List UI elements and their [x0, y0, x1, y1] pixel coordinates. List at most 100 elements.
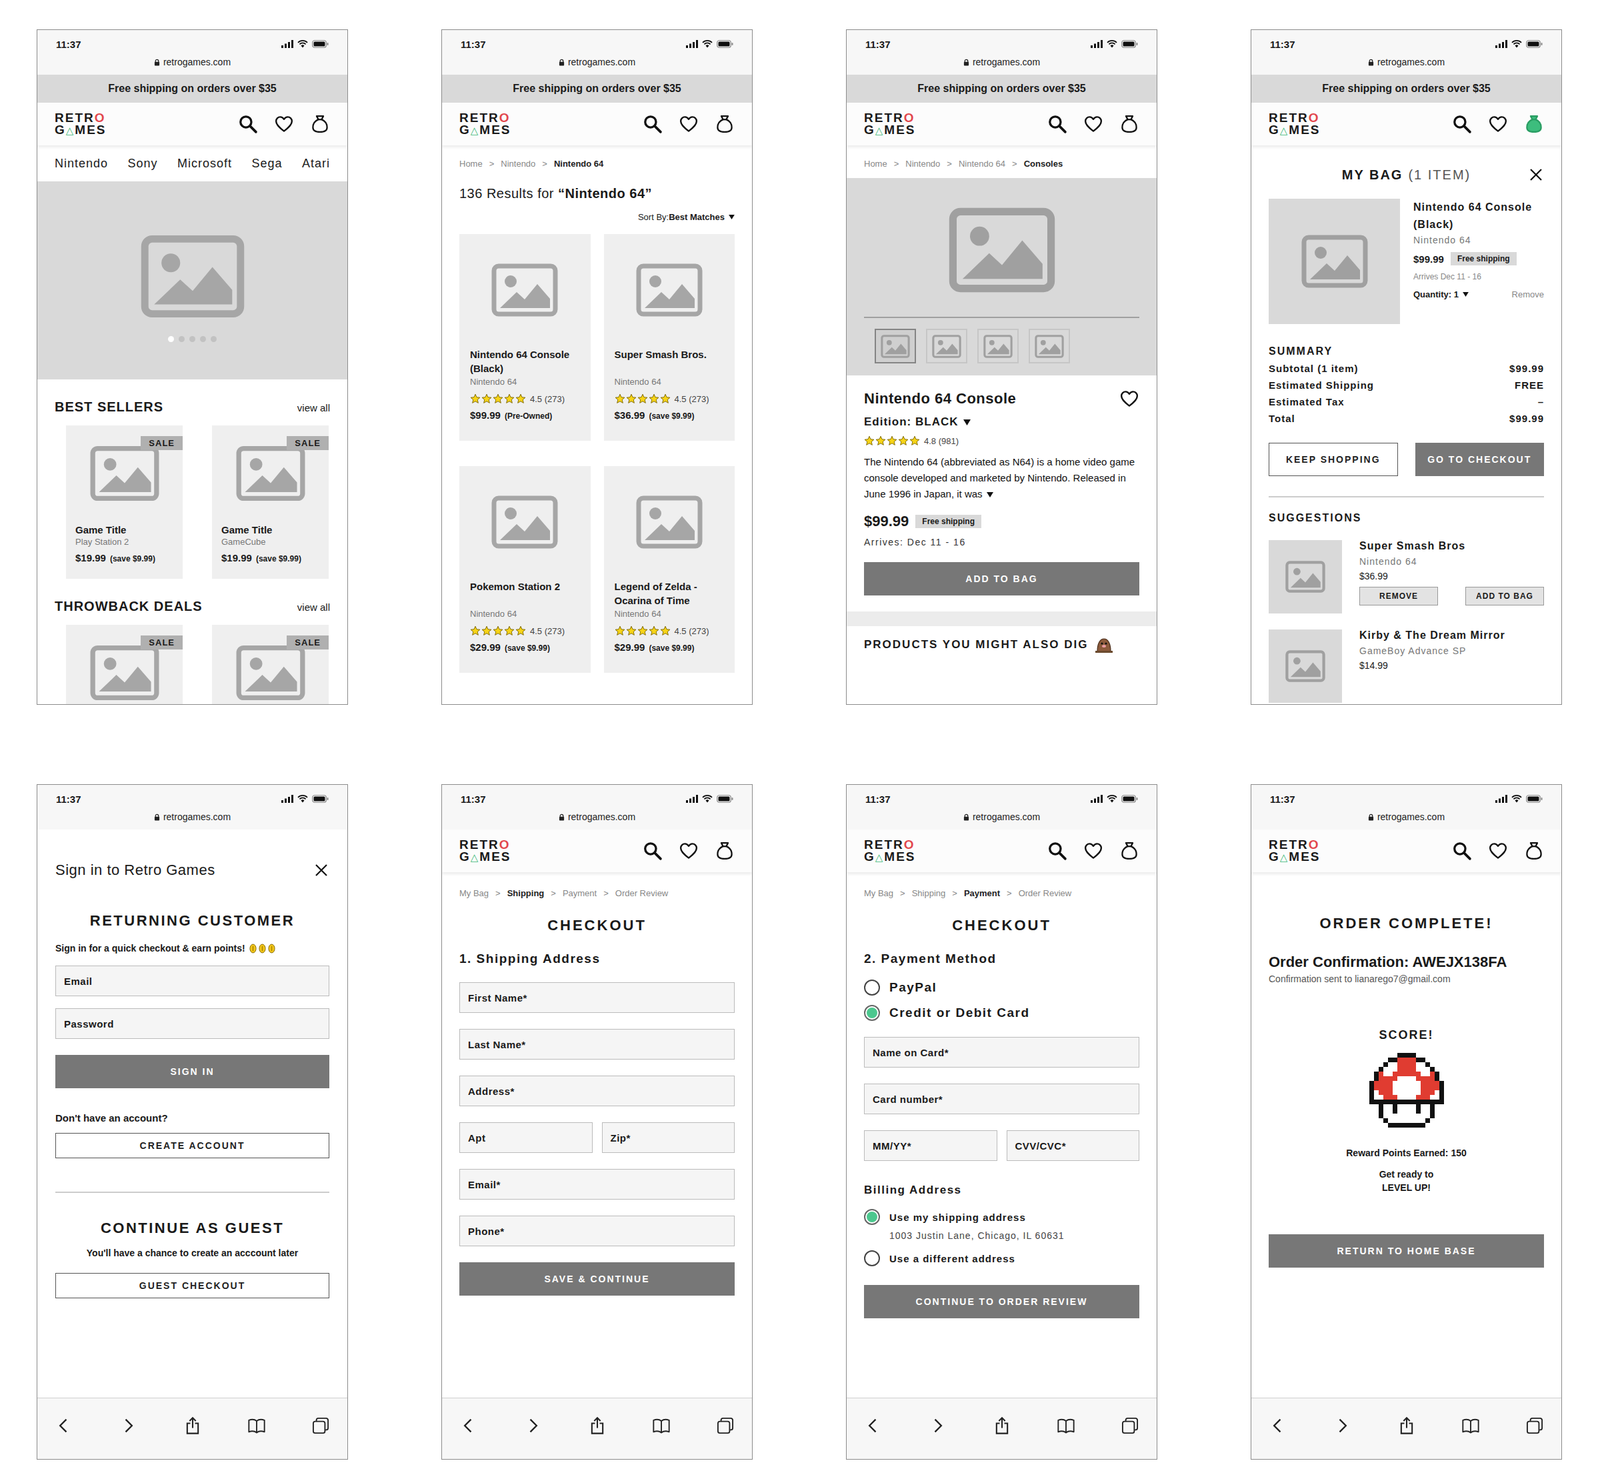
radio-button[interactable] — [864, 979, 880, 996]
url-text[interactable]: retrogames.com — [568, 811, 636, 822]
heart-icon[interactable] — [1083, 840, 1104, 861]
url-text[interactable]: retrogames.com — [163, 56, 231, 68]
heart-icon[interactable] — [1083, 114, 1104, 134]
guest-checkout-button[interactable]: GUEST CHECKOUT — [55, 1272, 330, 1298]
close-icon[interactable] — [1528, 166, 1544, 183]
nav-item[interactable]: Sony — [128, 156, 158, 171]
quantity-select[interactable]: Quantity: 1 — [1413, 289, 1469, 300]
edition-value[interactable]: BLACK — [915, 415, 959, 429]
nav-item[interactable]: Atari — [302, 156, 330, 171]
bookmarks-icon[interactable] — [247, 1416, 266, 1435]
radio-option[interactable]: Credit or Debit Card — [864, 1004, 1140, 1021]
product-card[interactable]: Pokemon Station 2Nintendo 644.5 (273)$29… — [459, 466, 591, 673]
save-continue-button[interactable]: SAVE & CONTINUE — [459, 1262, 735, 1296]
edition-select[interactable]: Edition: BLACK — [864, 415, 1140, 429]
logo[interactable]: RETROG△MES — [459, 838, 512, 864]
address-bar[interactable]: retrogames.com — [56, 811, 329, 822]
back-icon[interactable] — [54, 1416, 74, 1435]
input-field[interactable]: Phone* — [459, 1215, 735, 1246]
bag-icon[interactable] — [714, 114, 735, 134]
product-card[interactable]: SALE — [66, 624, 183, 705]
bookmarks-icon[interactable] — [652, 1416, 671, 1435]
checkout-step[interactable]: My Bag — [864, 888, 894, 898]
heart-icon[interactable] — [274, 114, 294, 134]
search-icon[interactable] — [1047, 114, 1068, 134]
carousel-dot[interactable] — [178, 336, 185, 342]
address-bar[interactable]: retrogames.com — [865, 811, 1138, 822]
create-account-button[interactable]: CREATE ACCOUNT — [55, 1132, 330, 1158]
radio-label[interactable]: Use my shipping address — [889, 1211, 1026, 1223]
bag-icon[interactable] — [1119, 840, 1140, 861]
view-all-link[interactable]: view all — [297, 601, 330, 613]
checkout-button[interactable]: GO TO CHECKOUT — [1415, 442, 1545, 476]
address-bar[interactable]: retrogames.com — [460, 811, 734, 822]
carousel-dot[interactable] — [200, 336, 206, 342]
input-field[interactable]: Name on Card* — [864, 1036, 1140, 1068]
share-icon[interactable] — [1397, 1416, 1416, 1435]
tabs-icon[interactable] — [716, 1416, 735, 1435]
search-icon[interactable] — [1047, 840, 1068, 861]
tabs-icon[interactable] — [311, 1416, 330, 1435]
checkout-step[interactable]: Shipping — [912, 888, 946, 898]
nav-item[interactable]: Sega — [251, 156, 282, 171]
forward-icon[interactable] — [928, 1416, 947, 1435]
input-field[interactable]: Address* — [459, 1075, 735, 1106]
input-field[interactable]: Apt — [459, 1122, 593, 1153]
thumbnail[interactable] — [977, 328, 1019, 364]
input-field[interactable]: Card number* — [864, 1083, 1140, 1114]
radio-button[interactable] — [864, 1250, 880, 1266]
heart-icon[interactable] — [1119, 388, 1140, 409]
tabs-icon[interactable] — [1525, 1416, 1544, 1435]
radio-option[interactable]: Use my shipping address — [864, 1208, 1140, 1225]
expand-caret-icon[interactable] — [986, 492, 994, 498]
back-icon[interactable] — [864, 1416, 883, 1435]
keep-shopping-button[interactable]: KEEP SHOPPING — [1268, 442, 1398, 476]
heart-icon[interactable] — [678, 114, 699, 134]
input-field[interactable]: CVV/CVC* — [1006, 1130, 1140, 1161]
address-bar[interactable]: retrogames.com — [1270, 811, 1543, 822]
product-card[interactable]: SALEGame TitlePlay Station 2$19.99(save … — [66, 425, 183, 579]
breadcrumb-item[interactable]: Nintendo 64 — [958, 158, 1006, 169]
radio-label[interactable]: Use a different address — [889, 1252, 1016, 1264]
close-icon[interactable] — [313, 862, 330, 878]
bookmarks-icon[interactable] — [1056, 1416, 1076, 1435]
search-icon[interactable] — [238, 114, 258, 134]
logo[interactable]: RETROG△MES — [1268, 112, 1321, 137]
product-card[interactable]: SALE — [212, 624, 329, 705]
breadcrumb-item[interactable]: Consoles — [1024, 158, 1064, 169]
search-icon[interactable] — [642, 114, 663, 134]
forward-icon[interactable] — [523, 1416, 542, 1435]
view-all-link[interactable]: view all — [297, 402, 330, 414]
bag-icon[interactable] — [1119, 114, 1140, 134]
product-card[interactable]: Nintendo 64 Console (Black)Nintendo 644.… — [459, 234, 591, 441]
breadcrumb-item[interactable]: Nintendo 64 — [554, 158, 604, 169]
breadcrumb-item[interactable]: Nintendo — [905, 158, 940, 169]
radio-option[interactable]: PayPal — [864, 979, 1140, 996]
url-text[interactable]: retrogames.com — [163, 811, 231, 822]
logo[interactable]: RETROG△MES — [1268, 838, 1321, 864]
radio-button[interactable] — [864, 1208, 880, 1225]
carousel-dot[interactable] — [189, 336, 196, 342]
nav-item[interactable]: Microsoft — [177, 156, 232, 171]
checkout-step[interactable]: My Bag — [459, 888, 489, 898]
radio-label[interactable]: PayPal — [889, 980, 937, 995]
product-card[interactable]: Super Smash Bros.Nintendo 644.5 (273)$36… — [604, 234, 736, 441]
bookmarks-icon[interactable] — [1461, 1416, 1480, 1435]
logo[interactable]: RETROG△MES — [864, 112, 916, 137]
thumbnail[interactable] — [874, 328, 916, 364]
radio-option[interactable]: Use a different address — [864, 1250, 1140, 1266]
forward-icon[interactable] — [118, 1416, 138, 1435]
share-icon[interactable] — [183, 1416, 202, 1435]
search-icon[interactable] — [642, 840, 663, 861]
address-bar[interactable]: retrogames.com — [865, 56, 1138, 68]
search-icon[interactable] — [1452, 114, 1472, 134]
breadcrumb-item[interactable]: Home — [459, 158, 483, 169]
thumbnail[interactable] — [926, 328, 968, 364]
input-field[interactable]: Zip* — [602, 1122, 736, 1153]
url-text[interactable]: retrogames.com — [972, 811, 1040, 822]
checkout-step[interactable]: Shipping — [507, 888, 545, 898]
input-field[interactable]: Email* — [459, 1168, 735, 1200]
return-home-button[interactable]: RETURN TO HOME BASE — [1268, 1234, 1544, 1268]
logo[interactable]: RETROG△MES — [54, 112, 107, 137]
url-text[interactable]: retrogames.com — [1377, 56, 1445, 68]
